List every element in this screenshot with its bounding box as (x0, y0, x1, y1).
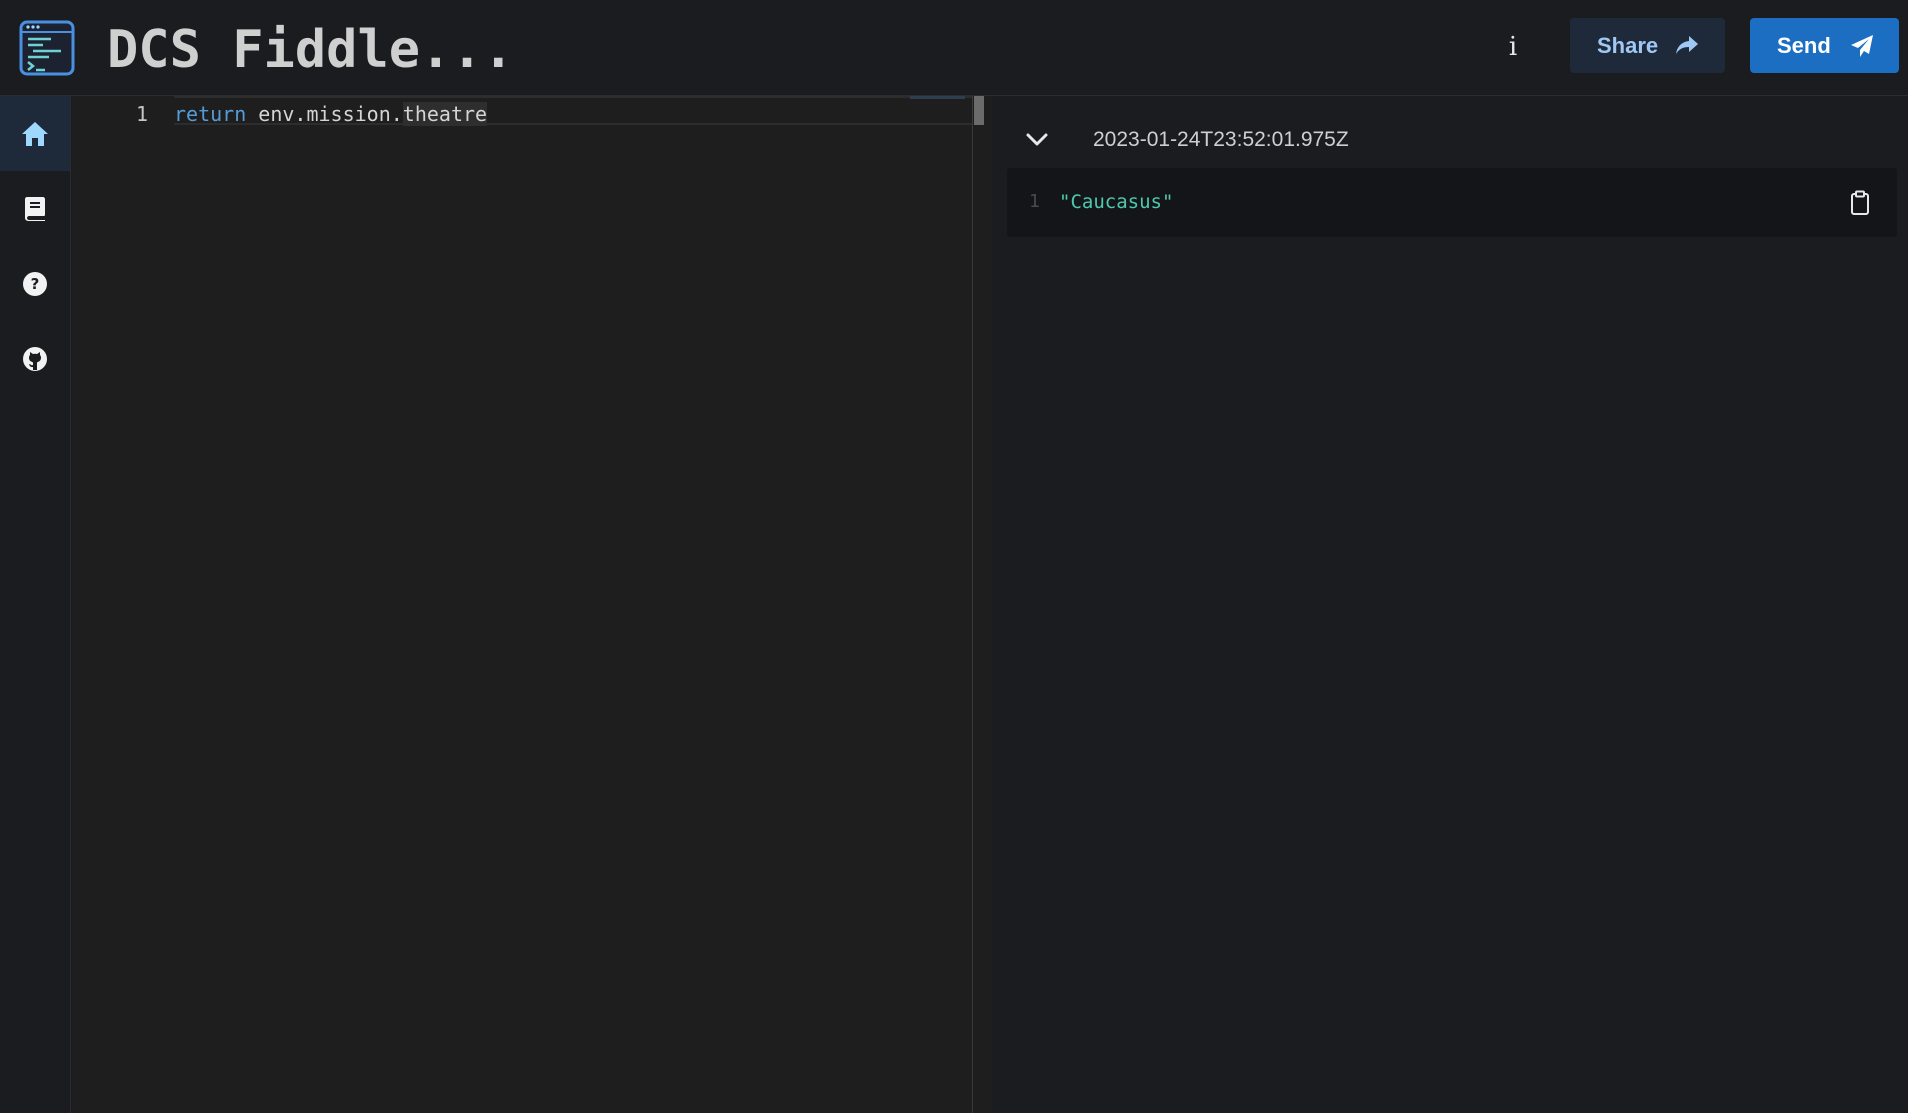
output-panel: 2023-01-24T23:52:01.975Z 1 "Caucasus" (993, 96, 1908, 1113)
result-header[interactable]: 2023-01-24T23:52:01.975Z (1023, 120, 1349, 160)
share-icon (1675, 34, 1699, 62)
info-button[interactable]: i (1496, 27, 1530, 67)
sidebar-item-docs[interactable] (0, 171, 70, 246)
sidebar-item-help[interactable]: ? (0, 246, 70, 321)
code-expression: env.mission. (258, 102, 403, 126)
minimap-marker (910, 96, 965, 99)
result-value: "Caucasus" (1059, 191, 1174, 213)
chevron-down-icon[interactable] (1023, 126, 1051, 154)
code-keyword: return (174, 102, 247, 126)
scrollbar-thumb[interactable] (974, 96, 984, 125)
book-icon (25, 196, 45, 221)
sidebar: ? (0, 96, 71, 1113)
sidebar-item-github[interactable] (0, 321, 70, 396)
code-editor[interactable]: 1 return env.mission.theatre (72, 96, 992, 1113)
sidebar-item-home[interactable] (0, 96, 70, 171)
svg-text:?: ? (31, 275, 40, 293)
result-timestamp: 2023-01-24T23:52:01.975Z (1093, 128, 1349, 151)
share-button-label: Share (1597, 32, 1659, 58)
share-button[interactable]: Share (1570, 18, 1725, 73)
app-title: DCS Fiddle... (107, 20, 514, 80)
paper-plane-icon (1850, 34, 1874, 64)
send-button-label: Send (1777, 32, 1831, 58)
code-line[interactable]: return env.mission.theatre (174, 100, 488, 128)
clipboard-icon[interactable] (1849, 190, 1871, 216)
app-header: DCS Fiddle... i Share Send (0, 0, 1908, 96)
home-icon (22, 121, 48, 146)
app-logo-icon (19, 20, 75, 76)
github-icon (23, 346, 47, 371)
send-button[interactable]: Send (1750, 18, 1899, 73)
code-word-highlight: theatre (402, 102, 488, 126)
editor-scrollbar[interactable] (972, 96, 992, 1113)
result-box: 1 "Caucasus" (1007, 168, 1897, 237)
question-circle-icon: ? (23, 271, 47, 296)
result-line-number: 1 (1029, 191, 1040, 212)
editor-line-number: 1 (135, 102, 148, 126)
